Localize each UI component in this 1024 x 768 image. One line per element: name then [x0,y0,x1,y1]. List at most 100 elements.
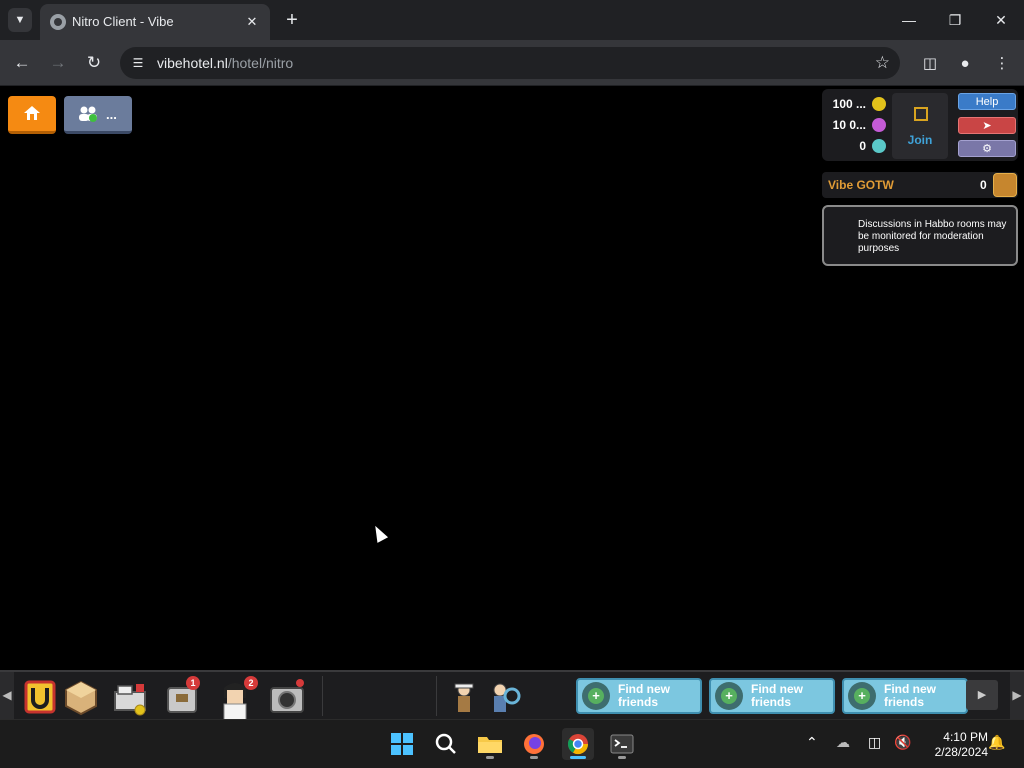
network-icon[interactable]: ◫ [868,734,881,751]
find-friends-button[interactable]: + Find new friends [576,678,702,714]
toolbar-divider [322,676,323,716]
inventory-badge: 1 [186,676,200,690]
notification-bell-icon[interactable]: 🔔 [988,734,1005,751]
browser-tab[interactable]: Nitro Client - Vibe ✕ [40,4,270,40]
credits-value: 100 ... [832,97,866,111]
close-window-button[interactable]: ✕ [978,0,1024,40]
browser-menu-icon[interactable]: ⋮ [990,52,1014,76]
search-button[interactable] [430,728,462,760]
credits-row[interactable]: 100 ... [828,95,888,113]
url-host: vibehotel.nl [157,55,228,71]
mouse-cursor [369,523,389,543]
search-icon [435,733,456,754]
restore-button[interactable]: ❐ [932,0,978,40]
avatar-button[interactable]: 2 [216,676,258,721]
home-icon [24,106,40,120]
logout-icon: ➤ [982,120,992,132]
minimize-button[interactable]: — [886,0,932,40]
running-indicator [530,756,538,759]
new-tab-button[interactable]: + [280,8,304,32]
side-panel-icon[interactable]: ◫ [918,52,942,76]
game-viewport[interactable]: ... 100 ... 10 0... 0 Join Help ➤ ⚙ Vibe… [0,87,1024,670]
find-friends-label: Find new friends [618,682,670,709]
moderation-notice: Discussions in Habbo rooms may be monito… [822,205,1018,266]
friend-search-icon[interactable] [488,678,526,716]
help-button[interactable]: Help [958,93,1016,110]
add-friend-icon: + [854,688,870,704]
browser-tab-bar: ▼ Nitro Client - Vibe ✕ + — ❐ ✕ [0,0,1024,40]
forward-button[interactable]: → [45,50,71,76]
camera-icon [270,679,304,713]
friends-count-text: ... [106,107,117,122]
gear-icon: ⚙ [982,143,992,155]
add-friend-icon: + [721,688,737,704]
avatar-badge: 2 [244,676,258,690]
active-indicator [570,756,586,759]
clock-time: 4:10 PM [943,730,988,744]
start-button[interactable] [386,728,418,760]
terminal-button[interactable] [606,728,638,760]
catalog-icon[interactable] [112,678,150,716]
url-path: /hotel/nitro [227,55,294,71]
find-friends-label: Find new friends [751,682,803,709]
gotw-count: 0 [980,178,987,192]
game-toolbar: ◀ 1 2 + Find new friends + Find new frie… [0,670,1024,721]
tab-title: Nitro Client - Vibe [72,14,174,29]
url-text[interactable]: vibehotel.nl/hotel/nitro [157,55,293,71]
back-button[interactable]: ← [9,50,35,76]
chrome-button[interactable] [562,728,594,760]
system-clock[interactable]: 4:10 PM 2/28/2024 [918,730,988,760]
home-button[interactable] [8,96,56,134]
toolbar-left-arrow[interactable]: ◀ [0,672,14,719]
site-info-icon[interactable]: ☰ [130,55,146,71]
find-friends-button[interactable]: + Find new friends [709,678,835,714]
onedrive-icon[interactable]: ☁ [836,734,850,751]
windows-icon [391,733,413,755]
friends-online-button[interactable]: ... [64,96,132,134]
duckets-icon [872,118,886,132]
purse-panel: 100 ... 10 0... 0 Join Help ➤ ⚙ [822,89,1018,161]
gotw-icon [993,173,1017,197]
club-join-label: Join [907,133,933,147]
globe-icon [50,14,66,30]
friends-icon [79,106,97,122]
inventory-button[interactable]: 1 [164,676,202,716]
tab-search-button[interactable]: ▼ [8,8,32,32]
diamonds-row[interactable]: 0 [828,137,888,155]
find-friends-button[interactable]: + Find new friends [842,678,968,714]
volume-muted-icon[interactable]: 🔇 [894,734,911,751]
credits-icon [872,97,886,111]
show-hidden-icons-button[interactable]: ⌃ [806,734,818,751]
duckets-value: 10 0... [832,118,866,132]
gotw-row[interactable]: Vibe GOTW 0 [822,172,1018,198]
settings-button[interactable]: ⚙ [958,140,1016,157]
diamond-icon [872,139,886,153]
friends-list-icon[interactable] [450,678,488,716]
add-friend-icon: + [588,688,604,704]
moderation-notice-text: Discussions in Habbo rooms may be monito… [858,219,1007,254]
firefox-button[interactable] [518,728,550,760]
reload-button[interactable]: ↻ [81,50,107,76]
profile-icon[interactable]: ● [953,52,977,76]
navigator-icon[interactable] [62,678,100,716]
close-tab-icon[interactable]: ✕ [242,12,262,32]
find-friends-label: Find new friends [884,682,936,709]
running-indicator [618,756,626,759]
toolbar-right-arrow[interactable]: ▶ [1010,672,1024,719]
browser-toolbar: ← → ↻ ☰ vibehotel.nl/hotel/nitro ☆ ◫ ● ⋮ [0,40,1024,86]
clock-date: 2/28/2024 [934,745,988,759]
windows-taskbar: ⌃ ☁ ◫ 🔇 4:10 PM 2/28/2024 🔔 [0,719,1024,768]
friends-scroll-right-button[interactable]: ▶ [966,680,998,710]
club-join-button[interactable]: Join [892,93,948,159]
running-indicator [486,756,494,759]
u-logo-icon[interactable] [22,678,60,716]
logout-button[interactable]: ➤ [958,117,1016,134]
camera-button[interactable] [268,678,306,716]
gotw-label: Vibe GOTW [828,178,894,192]
file-explorer-button[interactable] [474,728,506,760]
duckets-row[interactable]: 10 0... [828,116,888,134]
toolbar-divider [436,676,437,716]
address-bar[interactable]: ☰ vibehotel.nl/hotel/nitro ☆ [120,47,900,79]
club-icon [914,107,928,121]
bookmark-star-icon[interactable]: ☆ [875,53,890,73]
